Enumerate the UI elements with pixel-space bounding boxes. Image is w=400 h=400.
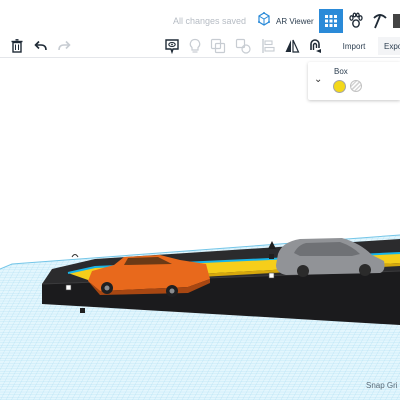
- notes-button[interactable]: [162, 36, 182, 56]
- trash-icon: [11, 39, 23, 53]
- collapse-chevron-icon[interactable]: ⌄: [314, 74, 322, 85]
- redo-icon: [58, 40, 71, 51]
- show-all-button[interactable]: [185, 36, 205, 56]
- delete-button[interactable]: [7, 36, 27, 56]
- export-button[interactable]: Expo: [378, 37, 400, 55]
- cruise-icon: [310, 39, 321, 53]
- bricks-button[interactable]: [369, 10, 391, 32]
- hole-swatch[interactable]: [350, 80, 362, 92]
- align-icon: [262, 39, 275, 53]
- undo-icon: [34, 40, 47, 51]
- save-status: All changes saved: [172, 16, 246, 26]
- app-header: All changes saved AR Viewer: [0, 0, 400, 34]
- align-button[interactable]: [258, 36, 278, 56]
- snap-grid-label[interactable]: Snap Gri: [366, 381, 398, 390]
- ungroup-icon: [235, 38, 251, 54]
- grid-view-button[interactable]: [319, 9, 343, 33]
- scene-canvas[interactable]: [0, 59, 400, 400]
- undo-button[interactable]: [31, 36, 51, 56]
- corner-handle[interactable]: [80, 308, 85, 313]
- redo-button[interactable]: [54, 36, 74, 56]
- pet-icon: [349, 12, 363, 28]
- corner-handle[interactable]: [269, 254, 274, 259]
- corner-handle[interactable]: [268, 272, 275, 279]
- solid-color-swatch[interactable]: [333, 80, 346, 93]
- ar-viewer-label: AR Viewer: [276, 16, 314, 26]
- group-icon: [210, 38, 226, 54]
- group-button[interactable]: [208, 36, 228, 56]
- mirror-icon: [285, 39, 300, 53]
- import-button[interactable]: Import: [332, 37, 376, 55]
- ungroup-button[interactable]: [233, 36, 253, 56]
- blocks-button[interactable]: [345, 10, 367, 32]
- inspector-title: Box: [334, 67, 348, 76]
- cutoff-icon: [393, 14, 400, 28]
- mirror-button[interactable]: [282, 36, 302, 56]
- light-bulb-icon: [189, 38, 201, 53]
- grid-view-icon: [325, 15, 337, 27]
- ar-viewer-button[interactable]: AR Viewer: [256, 9, 314, 33]
- rotate-handle[interactable]: [71, 254, 79, 258]
- pickaxe-icon: [373, 14, 387, 29]
- ar-cube-icon: [256, 11, 272, 32]
- cruise-button[interactable]: [305, 36, 325, 56]
- edit-toolbar: Import Expo: [0, 34, 400, 58]
- 3d-viewport[interactable]: [0, 59, 400, 400]
- note-icon: [165, 39, 179, 54]
- corner-handle[interactable]: [65, 284, 72, 291]
